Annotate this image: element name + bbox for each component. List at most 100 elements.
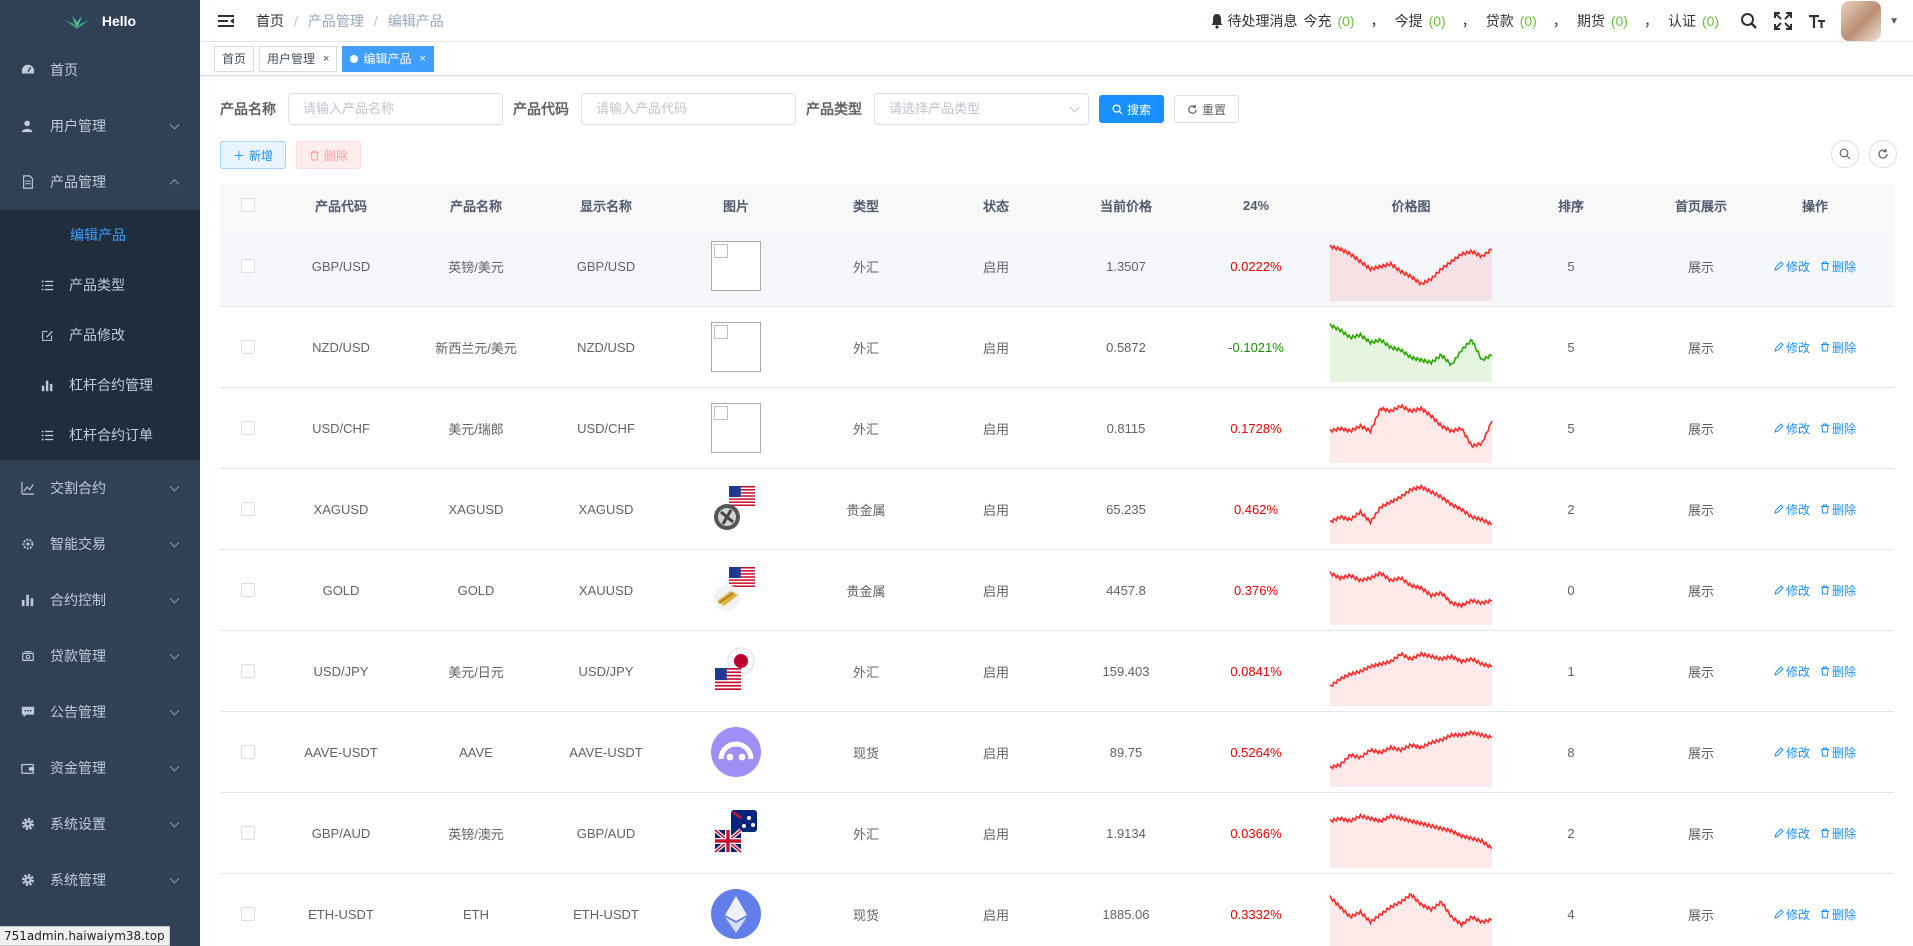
table-row: USD/JPY 美元/日元 USD/JPY 外汇 启用 159.403 0.0841% 1 展示… (220, 631, 1894, 712)
cell-status: 启用 (982, 583, 1009, 599)
edit-button[interactable]: 修改 (1774, 420, 1810, 437)
row-delete-button[interactable]: 删除 (1820, 744, 1856, 761)
sidebar-item-10[interactable]: 系统管理 (0, 852, 200, 908)
table-toolbar: ＋ 新增 删除 (220, 140, 1897, 170)
product-code-input[interactable]: 请输入产品代码 (581, 93, 796, 125)
submenu-item-3[interactable]: 杠杆合约管理 (0, 360, 200, 410)
row-checkbox[interactable] (241, 907, 255, 921)
row-checkbox[interactable] (241, 421, 255, 435)
font-size-icon[interactable] (1807, 11, 1827, 31)
row-delete-button[interactable]: 删除 (1820, 906, 1856, 923)
edit-button[interactable]: 修改 (1774, 582, 1810, 599)
close-icon[interactable]: × (419, 47, 425, 71)
submenu-item-0[interactable]: 编辑产品 (0, 210, 200, 260)
row-checkbox[interactable] (241, 664, 255, 678)
row-delete-button[interactable]: 删除 (1820, 825, 1856, 842)
row-delete-button[interactable]: 删除 (1820, 420, 1856, 437)
fullscreen-icon[interactable] (1773, 11, 1793, 31)
counter-futures-value[interactable]: (0) (1611, 13, 1628, 29)
sidebar-item-3[interactable]: 交割合约 (0, 460, 200, 516)
hamburger-icon[interactable] (216, 11, 236, 31)
sidebar-item-2[interactable]: 产品管理 (0, 154, 200, 210)
row-delete-button[interactable]: 删除 (1820, 582, 1856, 599)
counter-recharge-value[interactable]: (0) (1337, 13, 1354, 29)
navbar-right: 待处理消息 今充 (0) ， 今提 (0) ， 贷款 (0) ， 期货 (0) … (1209, 0, 1899, 42)
cell-status: 启用 (982, 826, 1009, 842)
money-icon (22, 651, 34, 661)
counter-withdraw-label[interactable]: 今提 (1395, 11, 1423, 31)
row-delete-button[interactable]: 删除 (1820, 663, 1856, 680)
sidebar-item-8[interactable]: 资金管理 (0, 740, 200, 796)
search-button[interactable]: 搜索 (1099, 95, 1165, 123)
product-name-input[interactable]: 请输入产品名称 (288, 93, 503, 125)
counter-recharge-label[interactable]: 今充 (1303, 11, 1331, 31)
price-sparkline (1329, 483, 1493, 544)
product-type-select[interactable]: 请选择产品类型 (874, 93, 1089, 125)
sidebar-item-1[interactable]: 用户管理 (0, 98, 200, 154)
cell-actions: 修改 删除 (1756, 339, 1874, 356)
select-all-checkbox[interactable] (241, 198, 255, 212)
row-checkbox[interactable] (241, 259, 255, 273)
edit-button[interactable]: 修改 (1774, 825, 1810, 842)
row-checkbox[interactable] (241, 745, 255, 759)
counter-withdraw-value[interactable]: (0) (1429, 13, 1446, 29)
sidebar-item-7[interactable]: 公告管理 (0, 684, 200, 740)
add-button[interactable]: ＋ 新增 (220, 141, 287, 169)
sidebar-item-4[interactable]: 智能交易 (0, 516, 200, 572)
cell-status: 启用 (982, 907, 1009, 923)
edit-button[interactable]: 修改 (1774, 663, 1810, 680)
row-delete-button[interactable]: 删除 (1820, 339, 1856, 356)
tag-2[interactable]: 编辑产品 × (342, 45, 434, 72)
avatar[interactable] (1841, 1, 1882, 41)
cell-status: 启用 (982, 502, 1009, 518)
row-delete-button[interactable]: 删除 (1820, 258, 1856, 275)
edit-button[interactable]: 修改 (1774, 339, 1810, 356)
sidebar-item-6[interactable]: 贷款管理 (0, 628, 200, 684)
cell-change-pct: 0.1728% (1230, 420, 1282, 436)
breadcrumb-home[interactable]: 首页 (256, 11, 284, 31)
counter-loan-label[interactable]: 贷款 (1486, 11, 1514, 31)
tag-0[interactable]: 首页 (214, 45, 255, 72)
edit-button[interactable]: 修改 (1774, 906, 1810, 923)
main-area: 首页 / 产品管理 / 编辑产品 待处理消息 今充 (0) ， 今提 (0) ，… (200, 0, 1913, 946)
close-icon[interactable]: × (323, 47, 329, 71)
refresh-button[interactable] (1869, 140, 1897, 168)
edit-button[interactable]: 修改 (1774, 744, 1810, 761)
sidebar-item-5[interactable]: 合约控制 (0, 572, 200, 628)
cell-display: XAUUSD (578, 582, 634, 598)
logo[interactable]: Hello (0, 0, 200, 42)
counter-auth-label[interactable]: 认证 (1668, 11, 1696, 31)
submenu-item-4[interactable]: 杠杆合约订单 (0, 410, 200, 460)
cell-home-display: 展示 (1687, 745, 1714, 761)
reset-button[interactable]: 重置 (1174, 95, 1240, 123)
row-checkbox[interactable] (241, 583, 255, 597)
edit-button[interactable]: 修改 (1774, 258, 1810, 275)
notice-label[interactable]: 待处理消息 (1227, 11, 1297, 31)
delete-button[interactable]: 删除 (296, 141, 362, 169)
sidebar-item-9[interactable]: 系统设置 (0, 796, 200, 852)
row-checkbox[interactable] (241, 340, 255, 354)
bell-icon[interactable] (1209, 13, 1225, 29)
row-delete-button[interactable]: 删除 (1820, 501, 1856, 518)
cell-change-pct: 0.376% (1233, 582, 1279, 598)
caret-down-icon[interactable]: ▼ (1889, 16, 1899, 27)
tag-1[interactable]: 用户管理 × (259, 45, 338, 72)
row-checkbox[interactable] (241, 826, 255, 840)
product-code-label: 产品代码 (513, 101, 569, 117)
sidebar-item-label: 合约控制 (50, 592, 106, 608)
submenu-item-1[interactable]: 产品类型 (0, 260, 200, 310)
cell-code: NZD/USD (312, 339, 370, 355)
cell-type: 外汇 (852, 340, 879, 356)
submenu-item-2[interactable]: 产品修改 (0, 310, 200, 360)
search-icon[interactable] (1739, 11, 1759, 31)
row-checkbox[interactable] (241, 502, 255, 516)
toggle-search-button[interactable] (1831, 140, 1859, 168)
counter-loan-value[interactable]: (0) (1520, 13, 1537, 29)
counter-futures-label[interactable]: 期货 (1577, 11, 1605, 31)
breadcrumb-product-management[interactable]: 产品管理 (308, 11, 364, 31)
counter-auth-value[interactable]: (0) (1702, 13, 1719, 29)
sidebar-item-0[interactable]: 首页 (0, 42, 200, 98)
edit-button[interactable]: 修改 (1774, 501, 1810, 518)
gear-icon (21, 817, 35, 831)
price-sparkline (1329, 812, 1493, 868)
